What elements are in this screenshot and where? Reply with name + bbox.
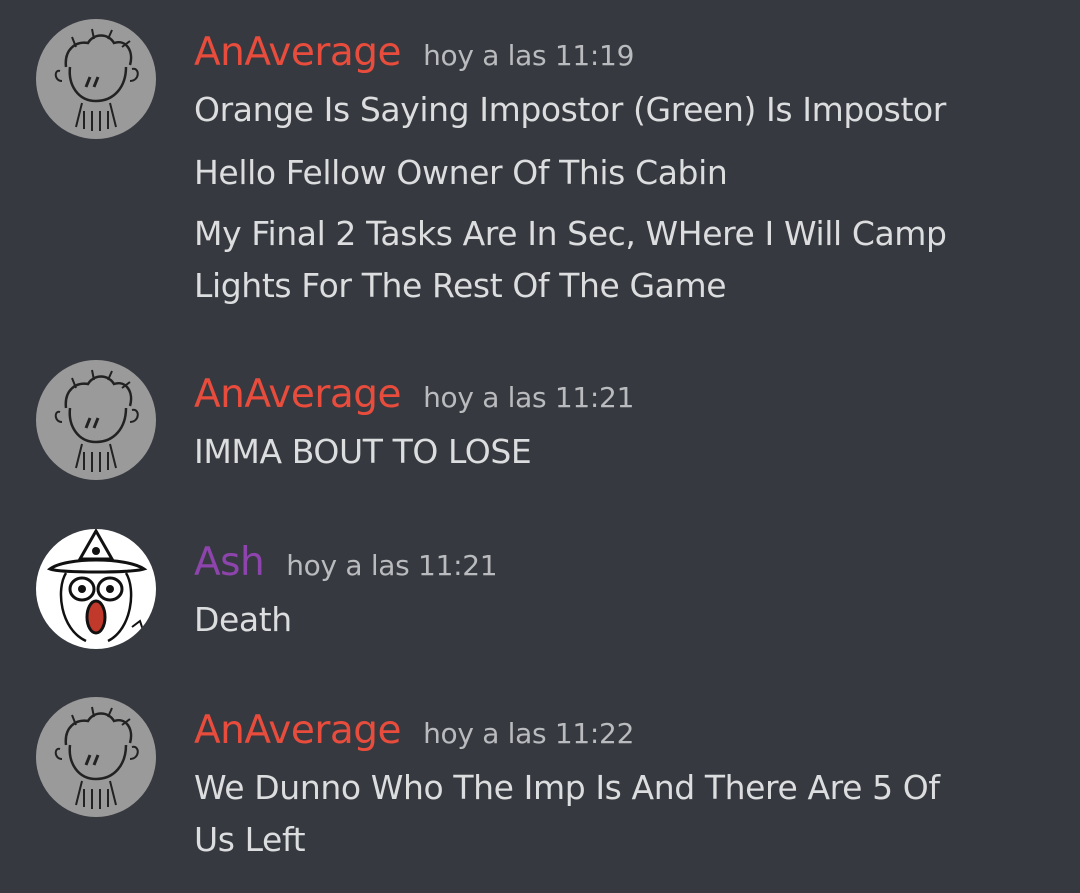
user-avatar[interactable] xyxy=(36,19,156,139)
sketch-character-avatar-icon xyxy=(36,360,156,480)
message-header: AnAverage hoy a las 11:21 xyxy=(194,372,634,417)
sketch-character-avatar-icon xyxy=(36,19,156,139)
message-header: Ash hoy a las 11:21 xyxy=(194,540,498,585)
user-avatar[interactable] xyxy=(36,697,156,817)
sketch-character-avatar-icon xyxy=(36,697,156,817)
message-text: Orange Is Saying Impostor (Green) Is Imp… xyxy=(194,90,946,129)
screaming-character-avatar-icon xyxy=(36,529,156,649)
username[interactable]: AnAverage xyxy=(194,30,402,75)
user-avatar[interactable] xyxy=(36,360,156,480)
message-header: AnAverage hoy a las 11:22 xyxy=(194,708,634,753)
message-text: Death xyxy=(194,600,292,639)
message-text: We Dunno Who The Imp Is And There Are 5 … xyxy=(194,768,940,807)
message-text: Hello Fellow Owner Of This Cabin xyxy=(194,153,728,192)
username[interactable]: AnAverage xyxy=(194,372,402,417)
message-text: Lights For The Rest Of The Game xyxy=(194,266,727,305)
timestamp: hoy a las 11:22 xyxy=(423,717,635,750)
timestamp: hoy a las 11:21 xyxy=(423,381,635,414)
message-header: AnAverage hoy a las 11:19 xyxy=(194,30,634,75)
message-text: Us Left xyxy=(194,820,306,859)
username[interactable]: AnAverage xyxy=(194,708,402,753)
timestamp: hoy a las 11:19 xyxy=(423,39,635,72)
message-text: IMMA BOUT TO LOSE xyxy=(194,432,532,471)
message-text: My Final 2 Tasks Are In Sec, WHere I Wil… xyxy=(194,214,947,253)
username[interactable]: Ash xyxy=(194,540,265,585)
timestamp: hoy a las 11:21 xyxy=(286,549,498,582)
user-avatar[interactable] xyxy=(36,529,156,649)
